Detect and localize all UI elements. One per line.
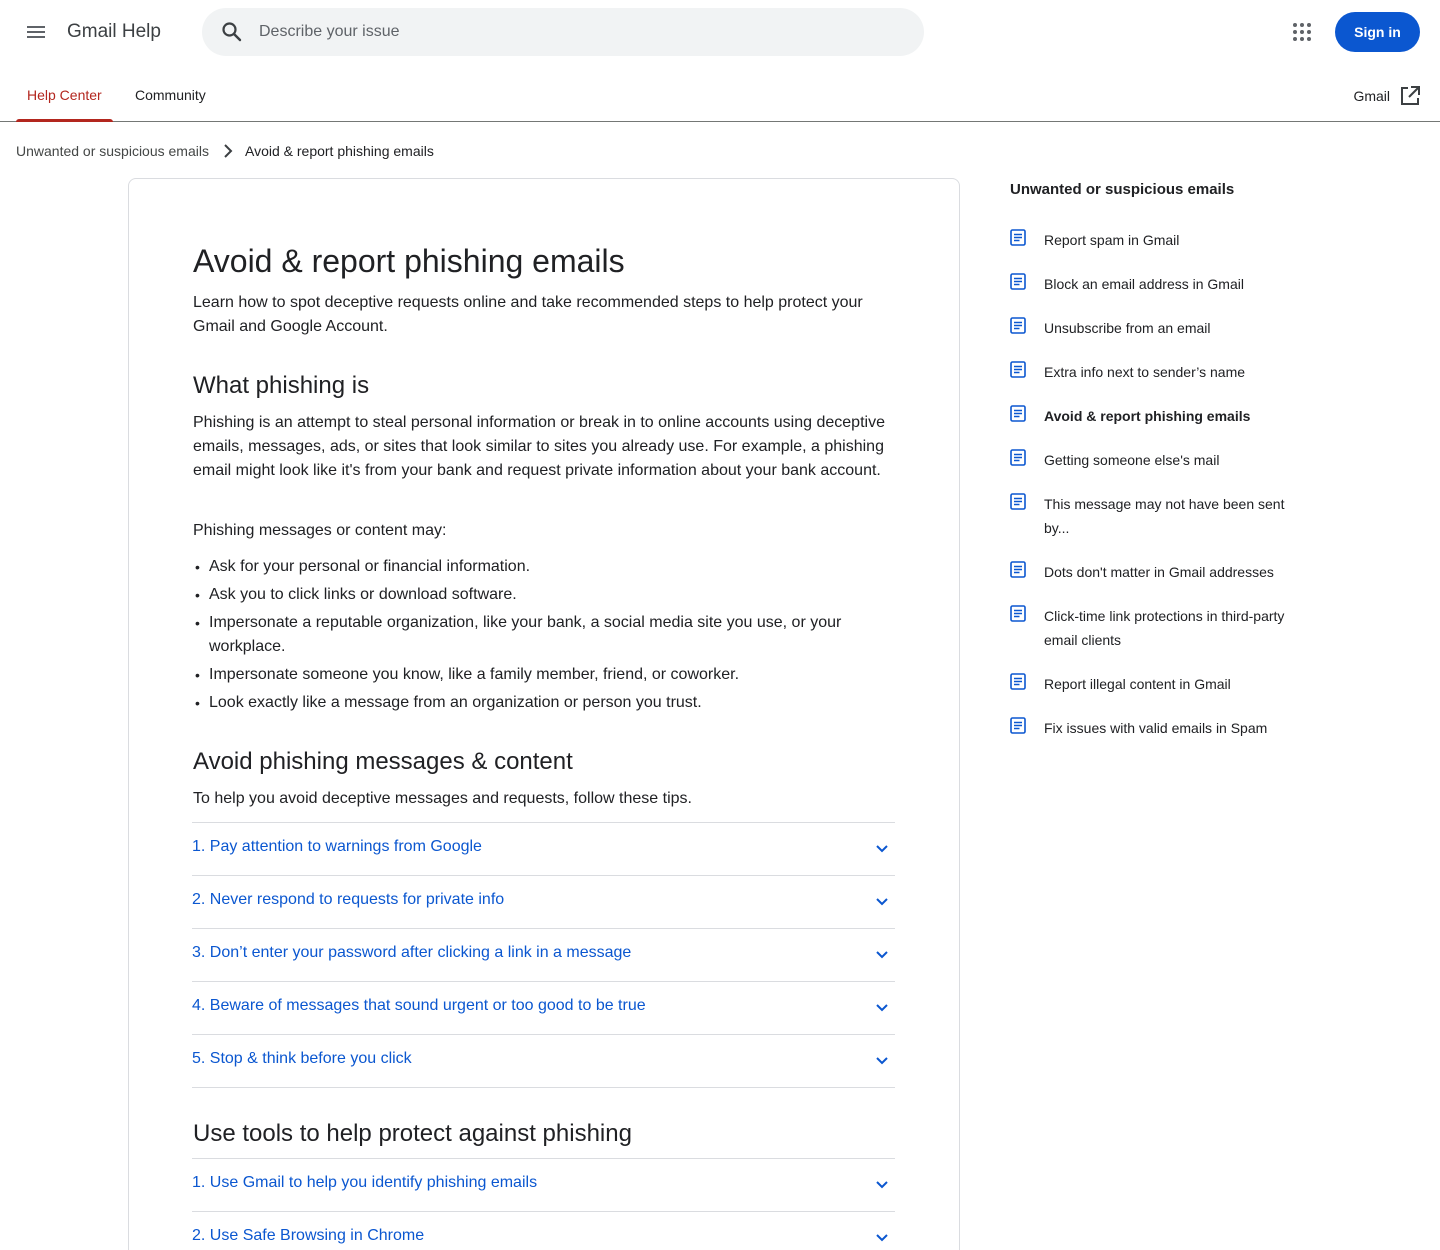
sidebar-item-label: Report illegal content in Gmail [1044, 676, 1231, 692]
menu-icon[interactable] [24, 20, 48, 44]
sidebar-item[interactable]: Fix issues with valid emails in Spam [1010, 716, 1310, 760]
section-title-use-tools: Use tools to help protect against phishi… [193, 1120, 632, 1147]
chevron-right-icon [224, 144, 233, 158]
search-icon[interactable] [220, 20, 244, 44]
list-item: Impersonate a reputable organization, li… [193, 611, 873, 659]
sidebar-list: Report spam in Gmail Block an email addr… [1010, 228, 1310, 760]
tool-label: 1. Use Gmail to help you identify phishi… [192, 1174, 538, 1191]
list-item: Ask for your personal or financial infor… [193, 555, 873, 579]
tip-label: 1. Pay attention to warnings from Google [192, 838, 482, 855]
sidebar-item[interactable]: Block an email address in Gmail [1010, 272, 1310, 316]
page-title: Avoid & report phishing emails [193, 243, 625, 279]
tips-accordion: 1. Pay attention to warnings from Google… [192, 822, 895, 1088]
sidebar-item-label: Click-time link protections in third-par… [1044, 608, 1285, 648]
search-input[interactable] [259, 8, 899, 56]
breadcrumb: Unwanted or suspicious emails Avoid & re… [16, 141, 434, 161]
open-in-new-icon [1401, 86, 1420, 105]
article-icon [1010, 605, 1026, 622]
google-apps-icon[interactable] [1290, 20, 1314, 44]
tab-help-center[interactable]: Help Center [16, 64, 113, 122]
list-item: Impersonate someone you know, like a fam… [193, 663, 873, 687]
section-title-avoid-phishing: Avoid phishing messages & content [193, 748, 573, 775]
article-intro: Learn how to spot deceptive requests onl… [193, 294, 863, 335]
sidebar-item[interactable]: Getting someone else's mail [1010, 448, 1310, 492]
tab-bar: Help Center Community Gmail [0, 64, 1440, 122]
tip-label: 2. Never respond to requests for private… [192, 891, 505, 908]
section1-paragraph: Phishing is an attempt to steal personal… [193, 414, 885, 479]
article-icon [1010, 361, 1026, 378]
article-icon [1010, 449, 1026, 466]
tip-label: 3. Don’t enter your password after click… [192, 944, 632, 961]
tip-accordion-item[interactable]: 3. Don’t enter your password after click… [192, 929, 895, 982]
chevron-down-icon [876, 1234, 888, 1242]
article-icon [1010, 273, 1026, 290]
sidebar-item-label: Fix issues with valid emails in Spam [1044, 720, 1268, 736]
sidebar-item-label: Dots don't matter in Gmail addresses [1044, 564, 1274, 580]
list-item: Ask you to click links or download softw… [193, 583, 873, 607]
top-header: Gmail Help Sign in [0, 0, 1440, 64]
article-icon [1010, 493, 1026, 510]
sidebar-item[interactable]: Report illegal content in Gmail [1010, 672, 1310, 716]
article-icon [1010, 229, 1026, 246]
sidebar-item[interactable]: This message may not have been sent by..… [1010, 492, 1310, 560]
tip-accordion-item[interactable]: 5. Stop & think before you click [192, 1035, 895, 1088]
tool-accordion-item[interactable]: 1. Use Gmail to help you identify phishi… [192, 1159, 895, 1212]
breadcrumb-current: Avoid & report phishing emails [244, 143, 434, 159]
section1-lead: Phishing messages or content may: [193, 522, 447, 539]
search-box[interactable] [202, 8, 924, 56]
chevron-down-icon [876, 1057, 888, 1065]
tool-accordion-item[interactable]: 2. Use Safe Browsing in Chrome [192, 1212, 895, 1250]
phishing-traits-list: Ask for your personal or financial infor… [193, 555, 873, 719]
breadcrumb-parent-link[interactable]: Unwanted or suspicious emails [16, 143, 209, 159]
tab-community[interactable]: Community [124, 64, 217, 121]
sidebar-item[interactable]: Extra info next to sender’s name [1010, 360, 1310, 404]
sidebar-item-label: Extra info next to sender’s name [1044, 364, 1246, 380]
app-title[interactable]: Gmail Help [67, 21, 161, 43]
tool-label: 2. Use Safe Browsing in Chrome [192, 1227, 425, 1244]
chevron-down-icon [876, 1004, 888, 1012]
article-icon [1010, 405, 1026, 422]
sidebar-item-label: Getting someone else's mail [1044, 452, 1220, 468]
article-icon [1010, 717, 1026, 734]
article-icon [1010, 673, 1026, 690]
sidebar-item[interactable]: Report spam in Gmail [1010, 228, 1310, 272]
chevron-down-icon [876, 845, 888, 853]
tip-accordion-item[interactable]: 1. Pay attention to warnings from Google [192, 823, 895, 876]
article-icon [1010, 317, 1026, 334]
sidebar-item-label: Report spam in Gmail [1044, 232, 1180, 248]
article-icon [1010, 561, 1026, 578]
chevron-down-icon [876, 1181, 888, 1189]
list-item: Look exactly like a message from an orga… [193, 691, 873, 715]
tools-accordion: 1. Use Gmail to help you identify phishi… [192, 1158, 895, 1250]
gmail-link-label: Gmail [1353, 88, 1390, 104]
sidebar-item[interactable]: Click-time link protections in third-par… [1010, 604, 1310, 672]
sidebar-item[interactable]: Dots don't matter in Gmail addresses [1010, 560, 1310, 604]
section2-paragraph: To help you avoid deceptive messages and… [193, 790, 692, 807]
sidebar-item[interactable]: Unsubscribe from an email [1010, 316, 1310, 360]
gmail-external-link[interactable]: Gmail [1353, 84, 1420, 108]
chevron-down-icon [876, 898, 888, 906]
sidebar-item-current[interactable]: Avoid & report phishing emails [1010, 404, 1310, 448]
tip-label: 5. Stop & think before you click [192, 1050, 412, 1067]
tip-accordion-item[interactable]: 4. Beware of messages that sound urgent … [192, 982, 895, 1035]
sidebar-title: Unwanted or suspicious emails [1010, 181, 1235, 198]
tip-label: 4. Beware of messages that sound urgent … [192, 997, 646, 1014]
sidebar-item-label: Unsubscribe from an email [1044, 320, 1211, 336]
related-articles-sidebar: Unwanted or suspicious emails Report spa… [1010, 180, 1310, 736]
article-card: Avoid & report phishing emails Learn how… [128, 178, 960, 1250]
chevron-down-icon [876, 951, 888, 959]
sidebar-item-label: Avoid & report phishing emails [1044, 408, 1251, 424]
sidebar-item-label: This message may not have been sent by..… [1044, 496, 1285, 536]
sign-in-button[interactable]: Sign in [1335, 12, 1420, 52]
sidebar-item-label: Block an email address in Gmail [1044, 276, 1244, 292]
tip-accordion-item[interactable]: 2. Never respond to requests for private… [192, 876, 895, 929]
section-title-what-phishing: What phishing is [193, 372, 370, 399]
